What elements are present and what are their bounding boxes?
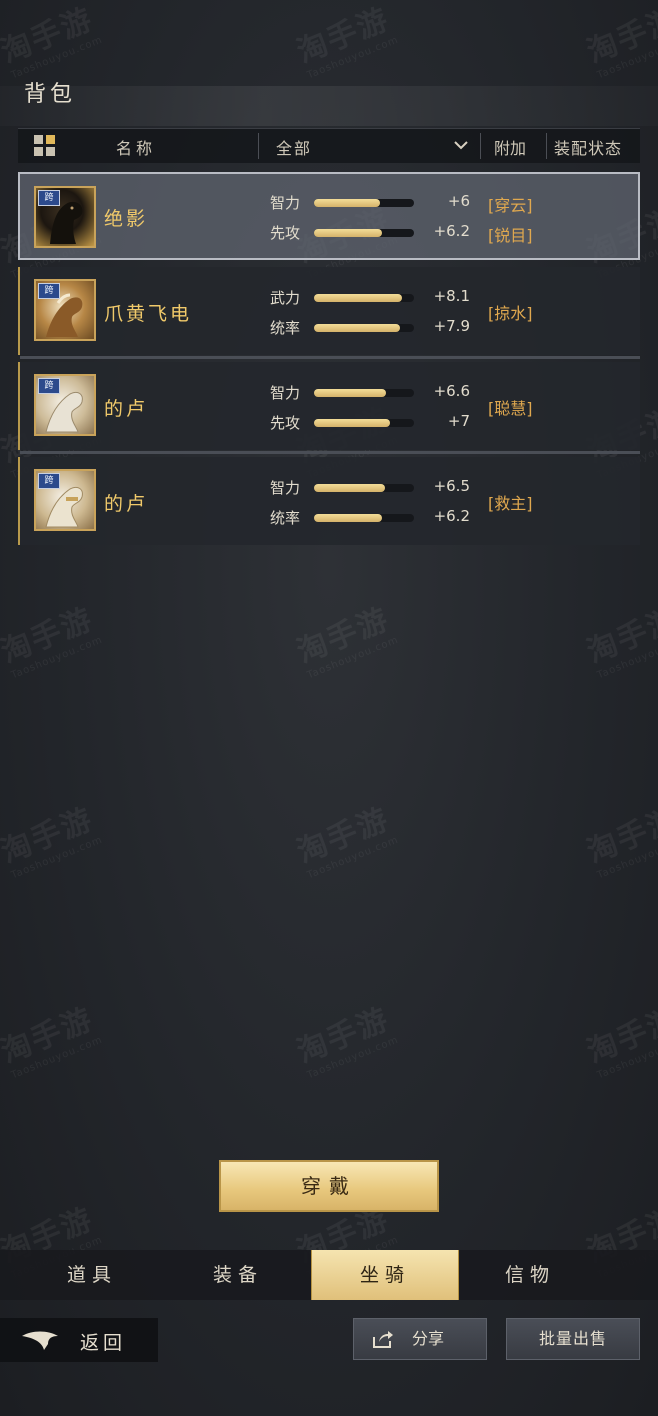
attach-column-header[interactable]: 附加 <box>494 135 526 159</box>
stat-value: +6.6 <box>433 382 470 400</box>
watermark: 淘手游Taoshouyou.com <box>0 1001 105 1082</box>
chevron-down-icon <box>454 141 468 150</box>
stat-label: 先攻 <box>270 414 301 432</box>
skill-tag: [救主] <box>488 494 533 513</box>
list-header: 名称 全部 附加 装配状态 <box>18 128 640 163</box>
divider <box>20 356 640 359</box>
stat-label: 智力 <box>270 384 301 402</box>
mount-name: 爪黄飞电 <box>104 303 193 325</box>
stat-value: +7 <box>447 412 470 430</box>
batch-sell-button[interactable]: 批量出售 <box>506 1318 640 1360</box>
name-column-header[interactable]: 名称 <box>116 135 156 159</box>
stat-label: 统率 <box>270 509 301 527</box>
watermark: 淘手游Taoshouyou.com <box>582 1 658 82</box>
title-mist <box>0 86 658 126</box>
mount-portrait: 跨 <box>34 469 96 531</box>
tab-items[interactable]: 道具 <box>19 1250 165 1300</box>
back-button[interactable]: 返回 <box>0 1318 158 1362</box>
back-arrow-icon <box>22 1331 58 1350</box>
share-icon <box>373 1331 393 1348</box>
cross-tag: 跨 <box>38 283 60 299</box>
cross-tag: 跨 <box>38 378 60 394</box>
stat-bar <box>314 514 414 522</box>
tab-mounts[interactable]: 坐骑 <box>311 1250 459 1300</box>
wear-button[interactable]: 穿戴 <box>219 1160 439 1212</box>
stat-value: +8.1 <box>433 287 470 305</box>
share-label: 分享 <box>412 1329 445 1348</box>
grid-icon[interactable] <box>34 135 56 157</box>
mount-portrait: 跨 <box>34 374 96 436</box>
stat-bar <box>314 484 414 492</box>
cross-tag: 跨 <box>38 190 60 206</box>
stat-bar <box>314 389 414 397</box>
stat-label: 武力 <box>270 289 301 307</box>
stat-label: 先攻 <box>270 224 301 242</box>
stat-bar <box>314 229 414 237</box>
divider <box>480 133 481 159</box>
skill-tag: [锐目] <box>488 226 533 245</box>
stat-label: 智力 <box>270 479 301 497</box>
mount-name: 的卢 <box>104 493 149 515</box>
mount-row[interactable]: 跨 的卢 智力 +6.6 [聪慧] 先攻 +7 <box>18 362 640 454</box>
mount-name: 绝影 <box>104 208 149 230</box>
divider <box>258 133 259 159</box>
mount-name: 的卢 <box>104 398 149 420</box>
cross-tag: 跨 <box>38 473 60 489</box>
mount-row[interactable]: 跨 绝影 智力 +6 [穿云] 先攻 +6.2 [锐目] <box>18 172 640 260</box>
watermark: 淘手游Taoshouyou.com <box>292 1001 401 1082</box>
mount-row[interactable]: 跨 的卢 智力 +6.5 [救主] 统率 +6.2 <box>18 457 640 545</box>
category-tabs: 道具 装备 坐骑 信物 <box>0 1250 658 1300</box>
filter-dropdown[interactable]: 全部 <box>260 129 478 163</box>
skill-tag: [聪慧] <box>488 399 533 418</box>
page-title: 背包 <box>24 82 77 107</box>
watermark: 淘手游Taoshouyou.com <box>0 801 105 882</box>
back-label: 返回 <box>80 1332 127 1354</box>
stat-label: 统率 <box>270 319 301 337</box>
stat-label: 智力 <box>270 194 301 212</box>
stat-bar <box>314 294 414 302</box>
status-column-header[interactable]: 装配状态 <box>554 135 622 159</box>
watermark: 淘手游Taoshouyou.com <box>0 1 105 82</box>
tab-tokens[interactable]: 信物 <box>457 1250 603 1300</box>
stat-value: +7.9 <box>433 317 470 335</box>
stat-value: +6.5 <box>433 477 470 495</box>
tab-equipment[interactable]: 装备 <box>165 1250 311 1300</box>
stat-bar <box>314 324 414 332</box>
watermark: 淘手游Taoshouyou.com <box>292 801 401 882</box>
watermark: 淘手游Taoshouyou.com <box>292 601 401 682</box>
stat-bar <box>314 199 414 207</box>
watermark: 淘手游Taoshouyou.com <box>582 1001 658 1082</box>
mount-row[interactable]: 跨 爪黄飞电 武力 +8.1 [掠水] 统率 +7.9 <box>18 267 640 359</box>
stat-value: +6.2 <box>433 222 470 240</box>
watermark: 淘手游Taoshouyou.com <box>0 601 105 682</box>
watermark: 淘手游Taoshouyou.com <box>292 1 401 82</box>
skill-tag: [穿云] <box>488 196 533 215</box>
mount-portrait: 跨 <box>34 186 96 248</box>
stat-bar <box>314 419 414 427</box>
share-button[interactable]: 分享 <box>353 1318 487 1360</box>
filter-value: 全部 <box>276 139 313 158</box>
skill-tag: [掠水] <box>488 304 533 323</box>
watermark: 淘手游Taoshouyou.com <box>582 801 658 882</box>
divider <box>20 451 640 454</box>
stat-value: +6.2 <box>433 507 470 525</box>
mount-portrait: 跨 <box>34 279 96 341</box>
divider <box>546 133 547 159</box>
stat-value: +6 <box>447 192 470 210</box>
watermark: 淘手游Taoshouyou.com <box>582 601 658 682</box>
